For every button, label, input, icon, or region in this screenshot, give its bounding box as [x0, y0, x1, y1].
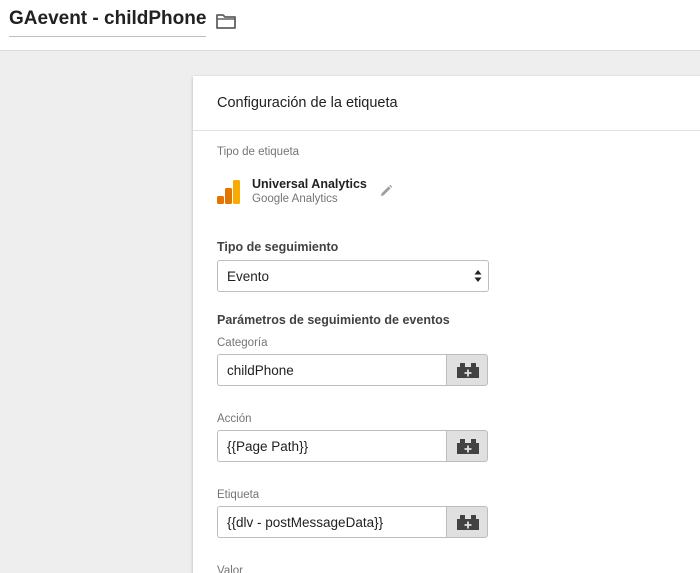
category-variable-button[interactable]: [446, 354, 488, 386]
tag-type-name: Universal Analytics: [252, 177, 367, 191]
top-bar: GAevent - childPhone: [0, 0, 700, 51]
label-variable-button[interactable]: [446, 506, 488, 538]
label-field: [217, 506, 489, 538]
event-params-title: Parámetros de seguimiento de eventos: [217, 313, 450, 327]
tag-type-vendor: Google Analytics: [252, 193, 338, 205]
action-variable-button[interactable]: [446, 430, 488, 462]
tag-configuration-card: Configuración de la etiqueta Tipo de eti…: [193, 76, 700, 573]
lego-brick-plus-icon: [457, 439, 479, 454]
category-field: [217, 354, 489, 386]
card-title: Configuración de la etiqueta: [217, 95, 398, 111]
category-label: Categoría: [217, 337, 268, 349]
tracking-type-select[interactable]: Evento: [217, 260, 489, 292]
action-label: Acción: [217, 413, 252, 425]
tracking-type-label: Tipo de seguimiento: [217, 240, 339, 254]
tag-type-label: Tipo de etiqueta: [217, 146, 300, 158]
card-header: Configuración de la etiqueta: [193, 76, 700, 131]
label-input[interactable]: [217, 506, 447, 538]
folder-icon[interactable]: [215, 12, 237, 30]
action-input[interactable]: [217, 430, 447, 462]
google-analytics-logo: [217, 180, 240, 204]
action-field: [217, 430, 489, 462]
tag-name-title[interactable]: GAevent - childPhone: [9, 8, 207, 37]
select-arrows-icon: [474, 270, 482, 282]
lego-brick-plus-icon: [457, 363, 479, 378]
lego-brick-plus-icon: [457, 515, 479, 530]
tracking-type-value: Evento: [227, 269, 270, 284]
pencil-icon[interactable]: [379, 184, 393, 198]
label-field-label: Etiqueta: [217, 489, 260, 501]
category-input[interactable]: [217, 354, 447, 386]
value-label: Valor: [217, 565, 243, 573]
